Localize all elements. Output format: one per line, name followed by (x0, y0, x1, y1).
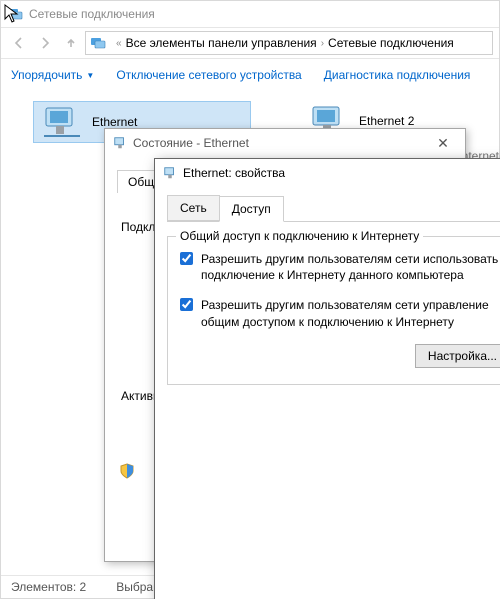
settings-button[interactable]: Настройка... (415, 344, 500, 368)
chevron-right-icon: « (116, 38, 122, 49)
allow-control-label: Разрешить другим пользователям сети упра… (201, 297, 500, 329)
back-button[interactable] (7, 31, 31, 55)
tabstrip: Сеть Доступ (167, 195, 500, 222)
group-title: Общий доступ к подключению к Интернету (176, 229, 423, 243)
dialog-titlebar: Ethernet: свойства ✕ (155, 159, 500, 187)
network-adapter-icon (163, 166, 177, 180)
network-folder-icon (7, 6, 23, 22)
chevron-down-icon: ▼ (86, 71, 94, 80)
breadcrumb-root[interactable]: Все элементы панели управления (126, 36, 317, 50)
adapter-label: Ethernet (92, 115, 137, 129)
allow-control-checkbox[interactable] (180, 298, 193, 311)
diagnose-button[interactable]: Диагностика подключения (324, 68, 471, 82)
window-title: Сетевые подключения (29, 7, 155, 21)
allow-sharing-checkbox[interactable] (180, 252, 193, 265)
up-button[interactable] (59, 31, 83, 55)
address-bar[interactable]: « Все элементы панели управления › Сетев… (85, 31, 493, 55)
network-folder-icon (90, 35, 106, 51)
allow-sharing-label: Разрешить другим пользователям сети испо… (201, 251, 500, 283)
disable-device-button[interactable]: Отключение сетевого устройства (116, 68, 301, 82)
navbar: « Все элементы панели управления › Сетев… (1, 27, 499, 59)
tab-network[interactable]: Сеть (167, 195, 220, 221)
ics-group: Общий доступ к подключению к Интернету Р… (167, 236, 500, 385)
tab-sharing[interactable]: Доступ (219, 196, 284, 222)
allow-sharing-checkbox-row[interactable]: Разрешить другим пользователям сети испо… (180, 251, 500, 283)
organize-button[interactable]: Упорядочить ▼ (11, 68, 94, 82)
dialog-titlebar: Состояние - Ethernet ✕ (105, 129, 465, 157)
item-count: Элементов: 2 (11, 580, 86, 594)
network-adapter-icon (113, 136, 127, 150)
shield-icon (119, 463, 135, 479)
network-adapter-icon (42, 106, 82, 138)
titlebar: Сетевые подключения (1, 1, 499, 27)
chevron-right-icon: › (321, 38, 324, 49)
forward-button[interactable] (33, 31, 57, 55)
breadcrumb-here[interactable]: Сетевые подключения (328, 36, 454, 50)
close-button[interactable]: ✕ (429, 135, 457, 152)
adapter-label: Ethernet 2 (359, 114, 414, 128)
dialog-title: Ethernet: свойства (183, 166, 285, 180)
allow-control-checkbox-row[interactable]: Разрешить другим пользователям сети упра… (180, 297, 500, 329)
command-bar: Упорядочить ▼ Отключение сетевого устрой… (1, 59, 499, 91)
ethernet-properties-dialog: Ethernet: свойства ✕ Сеть Доступ Общий д… (154, 158, 500, 599)
dialog-title: Состояние - Ethernet (133, 136, 249, 150)
